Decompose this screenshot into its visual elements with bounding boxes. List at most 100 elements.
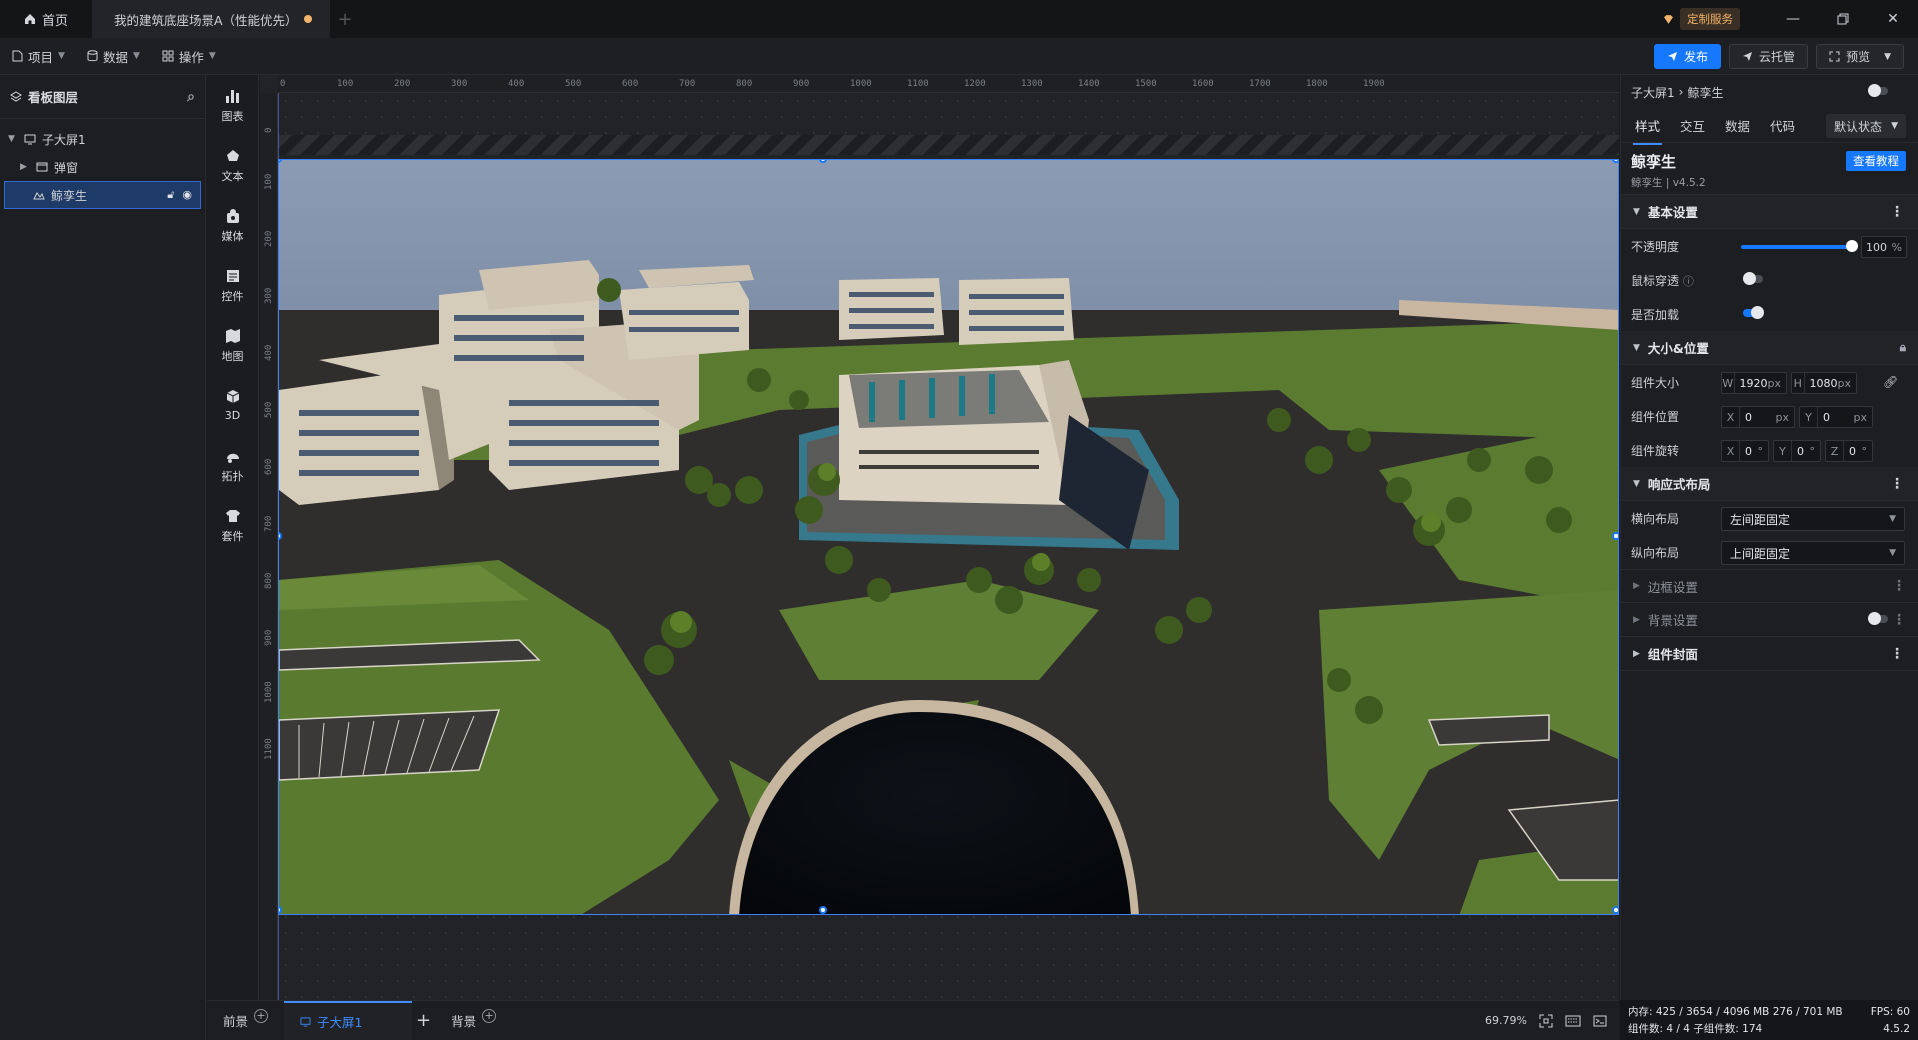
toolbar-actions: 发布 云托管 预览 ▼ xyxy=(1654,44,1904,69)
position-y-input[interactable]: Y 0 px xyxy=(1799,406,1873,428)
height-input[interactable]: H 1080 px xyxy=(1791,372,1857,394)
border-toggle[interactable] xyxy=(1868,84,1888,97)
resize-handle[interactable] xyxy=(1612,532,1618,540)
state-select[interactable]: 默认状态 ▼ xyxy=(1826,114,1906,138)
rotation-y-input[interactable]: Y 0 ° xyxy=(1773,440,1821,462)
rail-item-3d[interactable]: 3D xyxy=(207,375,258,435)
tab-style[interactable]: 样式 xyxy=(1632,116,1663,145)
more-vertical-icon[interactable]: ⋮ xyxy=(1890,204,1904,220)
menu-project[interactable]: 项目 ▼ xyxy=(12,47,65,66)
size-label: 组件大小 xyxy=(1631,375,1680,390)
layer-item-screen[interactable]: ▼ 子大屏1 xyxy=(0,125,205,153)
section-border-settings[interactable]: ▶ 边框设置 ⋮ xyxy=(1621,84,1918,603)
tab-sub-screen[interactable]: 子大屏1 xyxy=(284,1000,413,1040)
twin-icon xyxy=(33,191,45,199)
send-icon xyxy=(1743,52,1753,61)
eye-icon[interactable]: ◉ xyxy=(182,188,192,202)
layer-item-popup[interactable]: ▶ 弹窗 xyxy=(0,153,205,181)
section-basic-settings[interactable]: ▼ 基本设置 ⋮ xyxy=(1621,195,1918,229)
keyboard-icon[interactable] xyxy=(1565,1015,1581,1027)
section-component-cover[interactable]: ▶ 组件封面 ⋮ xyxy=(1621,637,1918,671)
lock-icon[interactable]: 🔒︎ xyxy=(1900,340,1906,355)
chevron-down-icon[interactable]: ▼ xyxy=(8,134,18,144)
lazy-load-toggle[interactable] xyxy=(1743,306,1764,319)
height-value: 1080 xyxy=(1809,376,1838,390)
close-button[interactable]: ✕ xyxy=(1868,0,1918,38)
rail-item-map[interactable]: 地图 xyxy=(207,315,258,375)
add-circle-icon[interactable]: + xyxy=(254,1008,269,1023)
add-tab-button[interactable]: + xyxy=(330,0,360,38)
rail-item-topology[interactable]: 拓扑 xyxy=(207,435,258,495)
tab-background[interactable]: 背景 + xyxy=(435,1001,512,1040)
rail-item-label: 图表 xyxy=(221,109,244,123)
rotation-x-input[interactable]: X 0 ° xyxy=(1721,440,1769,462)
publish-button[interactable]: 发布 xyxy=(1654,44,1722,69)
opacity-slider-handle[interactable] xyxy=(1846,240,1858,252)
link-icon[interactable]: 🔗︎ xyxy=(1883,375,1898,389)
section-background-settings[interactable]: ▶ 背景设置 ⋮ xyxy=(1621,603,1918,637)
help-circle-icon[interactable]: ⓘ xyxy=(1683,275,1694,288)
rotation-label: 组件旋转 xyxy=(1631,443,1680,458)
version-status: 4.5.2 xyxy=(1883,1022,1910,1035)
layer-item-twin[interactable]: 鲸孪生 🔓︎ ◉ xyxy=(4,181,201,209)
chevron-down-icon: ▼ xyxy=(1633,342,1640,353)
rail-item-chart[interactable]: 图表 xyxy=(207,75,258,135)
breadcrumb-item[interactable]: 子大屏1 xyxy=(1631,84,1675,101)
background-toggle[interactable] xyxy=(1868,612,1888,625)
tab-document[interactable]: 我的建筑底座场景A（性能优先） xyxy=(92,0,330,38)
add-screen-button[interactable]: + xyxy=(412,1001,435,1040)
section-responsive-layout[interactable]: ▼ 响应式布局 ⋮ xyxy=(1621,467,1918,501)
menu-operation[interactable]: 操作 ▼ xyxy=(162,47,216,66)
terminal-icon[interactable] xyxy=(1593,1015,1607,1027)
tab-foreground[interactable]: 前景 + xyxy=(207,1001,284,1040)
view-tutorial-button[interactable]: 查看教程 xyxy=(1846,151,1906,171)
preview-label: 预览 xyxy=(1846,50,1871,64)
opacity-slider[interactable] xyxy=(1741,245,1851,249)
width-input[interactable]: W 1920 px xyxy=(1721,372,1787,394)
custom-service-button[interactable]: 定制服务 xyxy=(1663,8,1740,30)
rail-item-text[interactable]: 文本 xyxy=(207,135,258,195)
diamond-icon xyxy=(1664,14,1673,24)
minimize-button[interactable]: — xyxy=(1768,0,1818,38)
resize-handle[interactable] xyxy=(1612,160,1618,163)
chevron-right-icon[interactable]: ▶ xyxy=(20,162,30,172)
preview-button[interactable]: 预览 ▼ xyxy=(1816,44,1904,69)
search-icon[interactable]: ⌕ xyxy=(187,89,195,105)
cloud-host-button[interactable]: 云托管 xyxy=(1729,44,1809,69)
mouse-through-toggle[interactable] xyxy=(1743,272,1763,285)
add-circle-icon[interactable]: + xyxy=(482,1008,497,1023)
opacity-input[interactable]: 100 % xyxy=(1861,236,1907,258)
canvas-area[interactable]: 0 100 200 300 400 500 600 700 800 900 1000 1100 1200… xyxy=(260,75,1619,1000)
zoom-level[interactable]: 69.79% xyxy=(1485,1014,1527,1027)
restore-button[interactable] xyxy=(1818,0,1868,38)
width-unit: px xyxy=(1767,376,1782,390)
v-layout-select[interactable]: 上间距固定 ▼ xyxy=(1721,541,1905,565)
more-vertical-icon[interactable]: ⋮ xyxy=(1890,646,1904,662)
rail-item-media[interactable]: 媒体 xyxy=(207,195,258,255)
position-x-input[interactable]: X 0 px xyxy=(1721,406,1795,428)
ruler-tick-label: 200 xyxy=(264,230,274,247)
vertical-ruler[interactable]: 0 100 200 300 400 500 600 700 800 900 1000 1100 xyxy=(260,93,278,1000)
menu-data[interactable]: 数据 ▼ xyxy=(87,47,140,66)
section-size-position[interactable]: ▼ 大小&位置 🔒︎ xyxy=(1621,331,1918,365)
tab-code[interactable]: 代码 xyxy=(1770,116,1795,135)
resize-handle[interactable] xyxy=(1612,906,1618,914)
h-layout-select[interactable]: 左间距固定 ▼ xyxy=(1721,507,1905,531)
tab-interaction[interactable]: 交互 xyxy=(1680,116,1705,135)
fit-screen-icon[interactable] xyxy=(1539,1014,1553,1028)
rail-item-control[interactable]: 控件 xyxy=(207,255,258,315)
horizontal-ruler[interactable]: 0 100 200 300 400 500 600 700 800 900 1000 1100 1200… xyxy=(278,75,1619,93)
unlock-icon[interactable]: 🔓︎ xyxy=(167,188,174,202)
more-vertical-icon[interactable]: ⋮ xyxy=(1892,612,1906,628)
rail-item-kit[interactable]: 套件 xyxy=(207,495,258,555)
more-vertical-icon[interactable]: ⋮ xyxy=(1890,476,1904,492)
rotation-z-input[interactable]: Z 0 ° xyxy=(1825,440,1873,462)
resize-handle[interactable] xyxy=(819,906,827,914)
tab-home[interactable]: 首页 xyxy=(0,0,92,38)
tab-data[interactable]: 数据 xyxy=(1725,116,1750,135)
section-title: 基本设置 xyxy=(1647,205,1698,220)
more-vertical-icon[interactable]: ⋮ xyxy=(1892,578,1906,594)
twin-scene-viewport[interactable] xyxy=(278,159,1619,915)
chevron-down-icon[interactable]: ▼ xyxy=(1884,52,1891,62)
kit-icon xyxy=(225,509,240,522)
